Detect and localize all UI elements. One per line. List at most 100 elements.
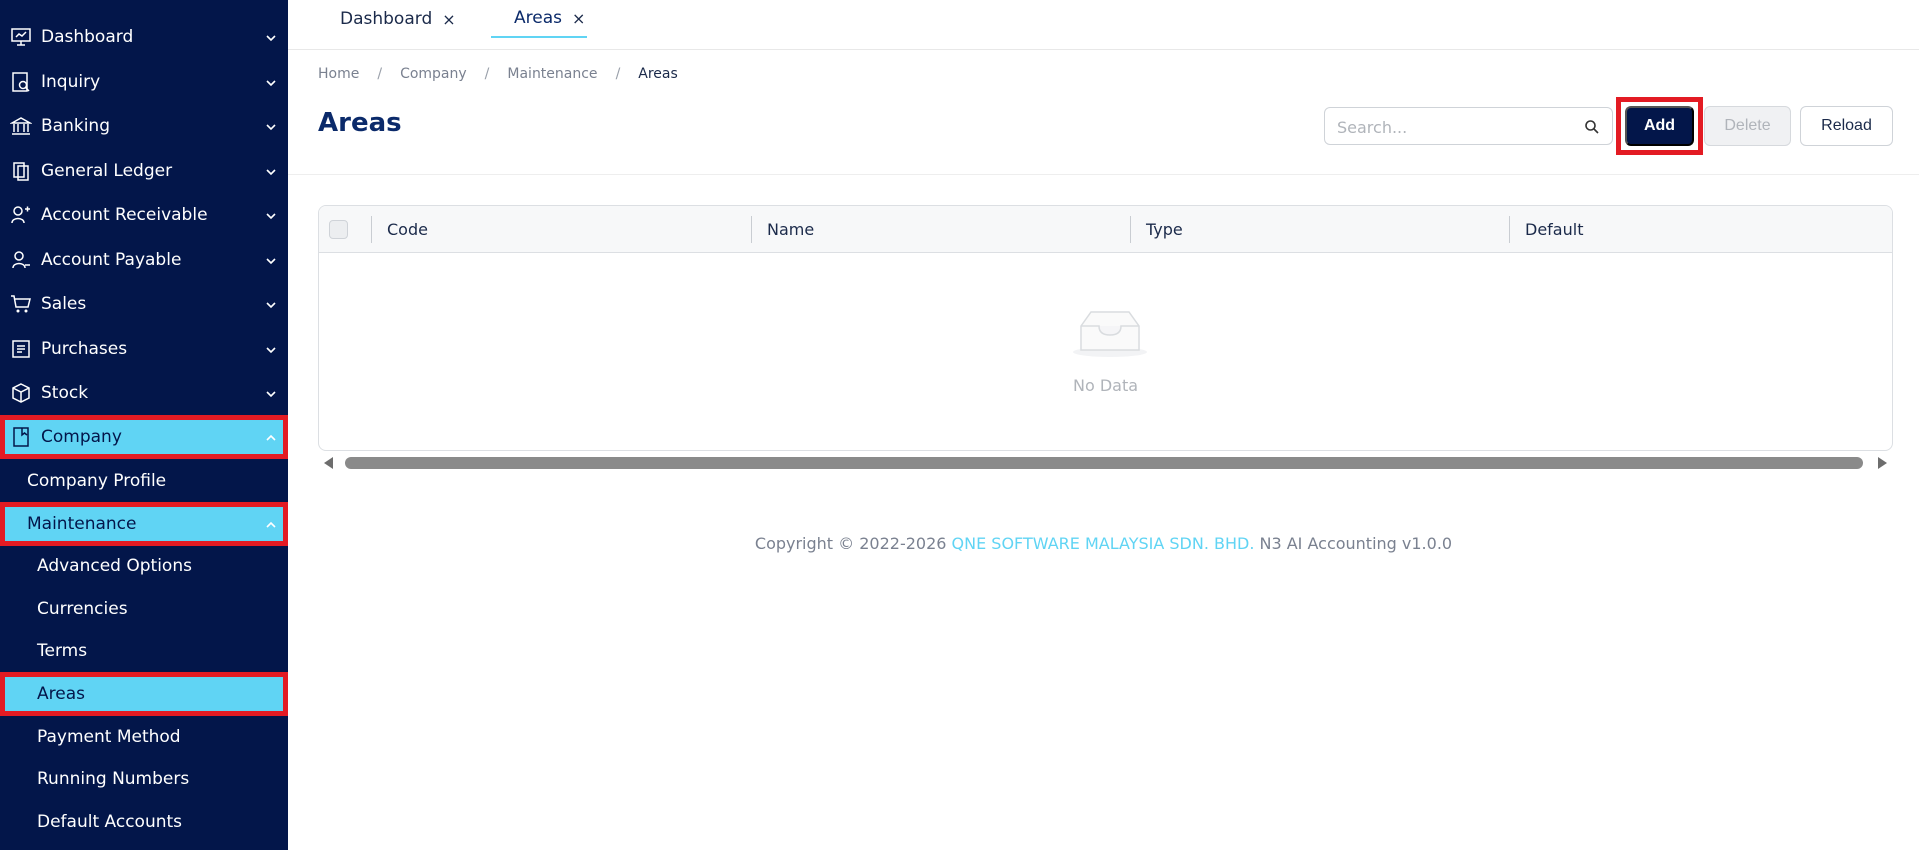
footer-copyright: Copyright © 2022-2026	[754, 534, 952, 553]
sidebar: Dashboard Inquiry Banking General Ledger	[0, 0, 288, 850]
sidebar-item-label: Company Profile	[27, 471, 167, 491]
sidebar-item-terms[interactable]: Terms	[0, 629, 288, 673]
column-divider	[371, 216, 372, 243]
sidebar-item-banking[interactable]: Banking	[0, 104, 288, 148]
sidebar-item-label: Payment Method	[37, 727, 181, 747]
breadcrumb-maintenance[interactable]: Maintenance	[507, 66, 597, 82]
inquiry-icon	[10, 71, 32, 93]
column-divider	[1130, 216, 1131, 243]
delete-button[interactable]: Delete	[1704, 106, 1791, 146]
sidebar-item-areas[interactable]: Areas	[0, 672, 288, 716]
breadcrumb-separator: /	[615, 66, 621, 82]
column-divider	[751, 216, 752, 243]
purchases-icon	[10, 338, 32, 360]
sidebar-item-label: Maintenance	[27, 514, 137, 534]
select-all-checkbox[interactable]	[329, 220, 348, 239]
sidebar-item-label: Running Numbers	[37, 769, 190, 789]
dashboard-icon	[10, 26, 32, 48]
scrollbar-thumb[interactable]	[345, 457, 1863, 469]
sidebar-item-maintenance[interactable]: Maintenance	[0, 502, 288, 546]
sidebar-item-label: Purchases	[41, 339, 128, 359]
sidebar-item-label: Banking	[41, 116, 110, 136]
chevron-up-icon	[264, 430, 278, 444]
tab-label: Areas	[514, 8, 562, 28]
sidebar-item-label: Advanced Options	[37, 556, 192, 576]
search-input[interactable]	[1337, 116, 1572, 138]
sidebar-item-currencies[interactable]: Currencies	[0, 587, 288, 631]
sidebar-item-label: Areas	[37, 684, 85, 704]
box-icon	[10, 382, 32, 404]
header-divider	[288, 174, 1919, 175]
chevron-down-icon	[264, 75, 278, 89]
chevron-down-icon	[264, 208, 278, 222]
table-header: Code Name Type Default	[319, 206, 1892, 253]
search-box	[1324, 107, 1613, 145]
empty-state: No Data	[319, 253, 1892, 450]
payable-icon	[10, 249, 32, 271]
column-header-default[interactable]: Default	[1525, 220, 1583, 239]
column-divider	[1509, 216, 1510, 243]
column-header-code[interactable]: Code	[387, 220, 428, 239]
sidebar-item-general-ledger[interactable]: General Ledger	[0, 149, 288, 193]
empty-inbox-icon	[1071, 308, 1149, 358]
breadcrumb-home[interactable]: Home	[318, 66, 359, 82]
add-button[interactable]: Add	[1625, 106, 1694, 146]
sidebar-item-stock[interactable]: Stock	[0, 371, 288, 415]
sidebar-item-inquiry[interactable]: Inquiry	[0, 60, 288, 104]
company-icon	[10, 426, 32, 448]
chevron-down-icon	[264, 119, 278, 133]
tab-bar: Dashboard × Areas ×	[288, 0, 1919, 50]
sidebar-item-account-payable[interactable]: Account Payable	[0, 238, 288, 282]
sidebar-item-label: Terms	[37, 641, 88, 661]
breadcrumb-separator: /	[377, 66, 383, 82]
breadcrumb-current: Areas	[638, 66, 678, 82]
sidebar-item-label: Stock	[41, 383, 89, 403]
sidebar-item-default-accounts[interactable]: Default Accounts	[0, 800, 288, 844]
sidebar-item-label: Currencies	[37, 599, 128, 619]
sidebar-item-dashboard[interactable]: Dashboard	[0, 15, 288, 59]
scroll-right-icon[interactable]	[1878, 457, 1887, 469]
footer-company-link[interactable]: QNE SOFTWARE MALAYSIA SDN. BHD.	[952, 534, 1255, 553]
chevron-down-icon	[264, 30, 278, 44]
sidebar-item-advanced-options[interactable]: Advanced Options	[0, 544, 288, 588]
chevron-down-icon	[264, 253, 278, 267]
sidebar-item-label: Account Receivable	[41, 205, 208, 225]
breadcrumb: Home / Company / Maintenance / Areas	[318, 66, 678, 82]
empty-state-text: No Data	[1072, 376, 1139, 395]
page-title: Areas	[318, 108, 402, 138]
sidebar-item-sales[interactable]: Sales	[0, 282, 288, 326]
tab-dashboard[interactable]: Dashboard ×	[340, 0, 456, 38]
close-icon[interactable]: ×	[442, 10, 455, 29]
areas-table: Code Name Type Default No Data	[318, 205, 1893, 451]
sidebar-item-company-profile[interactable]: Company Profile	[0, 459, 288, 503]
horizontal-scrollbar[interactable]	[318, 455, 1893, 471]
breadcrumb-separator: /	[484, 66, 490, 82]
sidebar-item-payment-method[interactable]: Payment Method	[0, 715, 288, 759]
sidebar-item-label: Account Payable	[41, 250, 182, 270]
search-icon[interactable]	[1584, 119, 1600, 135]
sidebar-item-purchases[interactable]: Purchases	[0, 327, 288, 371]
receivable-icon	[10, 204, 32, 226]
sidebar-item-label: Default Accounts	[37, 812, 183, 832]
column-header-name[interactable]: Name	[767, 220, 814, 239]
sidebar-item-label: General Ledger	[41, 161, 173, 181]
sidebar-item-label: Company	[41, 427, 122, 447]
cart-icon	[10, 293, 32, 315]
app-window: Dashboard Inquiry Banking General Ledger	[0, 0, 1919, 850]
tab-label: Dashboard	[340, 9, 433, 29]
footer: Copyright © 2022-2026 QNE SOFTWARE MALAY…	[288, 534, 1919, 553]
ledger-icon	[10, 160, 32, 182]
sidebar-item-account-receivable[interactable]: Account Receivable	[0, 193, 288, 237]
column-header-type[interactable]: Type	[1146, 220, 1183, 239]
breadcrumb-company[interactable]: Company	[400, 66, 467, 82]
tab-areas[interactable]: Areas ×	[491, 0, 588, 38]
sidebar-item-company[interactable]: Company	[0, 415, 288, 459]
close-icon[interactable]: ×	[572, 9, 585, 28]
scroll-left-icon[interactable]	[324, 457, 333, 469]
sidebar-item-label: Dashboard	[41, 27, 134, 47]
sidebar-item-running-numbers[interactable]: Running Numbers	[0, 757, 288, 801]
reload-button[interactable]: Reload	[1800, 106, 1893, 146]
bank-icon	[10, 115, 32, 137]
chevron-up-icon	[264, 517, 278, 531]
chevron-down-icon	[264, 164, 278, 178]
